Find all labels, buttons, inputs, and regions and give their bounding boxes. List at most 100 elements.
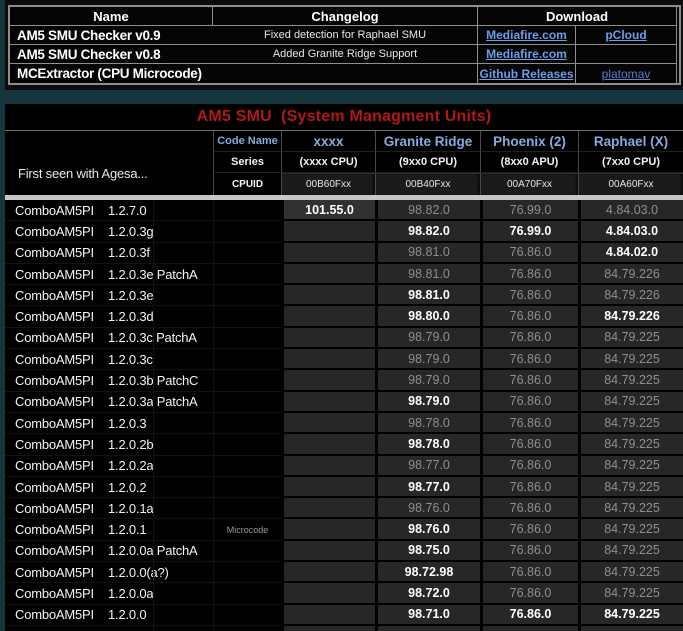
agesa-name-cell: ComboAM5PI 1.2.0.3 xyxy=(5,413,213,434)
agesa-name-cell: ComboAM5PI 1.2.0.3c xyxy=(5,349,213,370)
download-cell: Github Releases xyxy=(478,64,576,83)
agesa-name-cell: ComboAM5PI 1.2.0.3c PatchA xyxy=(5,328,213,349)
agesa-version: 1.2.0.1 xyxy=(108,522,146,537)
note-cell xyxy=(213,370,281,391)
download-link-mediafire[interactable]: Mediafire.com xyxy=(486,47,567,61)
agesa-prefix: ComboAM5PI xyxy=(15,309,108,324)
agesa-prefix: ComboAM5PI xyxy=(15,607,108,622)
smu-value-granite-ridge: 98.79.0 xyxy=(375,392,480,413)
note-cell xyxy=(213,605,281,626)
agesa-name-cell: ComboAM5PI 1.2.0.2a xyxy=(5,456,213,477)
smu-value-xxxx: 101.55.0 xyxy=(281,200,375,221)
note-cell xyxy=(213,264,281,285)
smu-value-phoenix: 76.86.0 xyxy=(480,519,578,540)
first-seen-label: First seen with Agesa... xyxy=(5,131,213,195)
download-link-mediafire[interactable]: Mediafire.com xyxy=(486,28,567,42)
tool-name: MCExtractor (CPU Microcode) xyxy=(10,64,213,83)
note-cell xyxy=(213,349,281,370)
column-cpuid: 00B40Fxx xyxy=(375,173,480,195)
smu-value-granite-ridge: 98.71.0 xyxy=(375,605,480,626)
smu-value-phoenix: 76.86.0 xyxy=(480,413,578,434)
smu-value-phoenix: 76.86.0 xyxy=(480,285,578,306)
table-row: ComboAM5PI 1.2.0.3c 98.79.0 76.86.0 84.7… xyxy=(5,349,683,370)
smu-value-raphael: 84.79.225 xyxy=(578,541,683,562)
agesa-version: 1.2.0.2 xyxy=(108,480,146,495)
agesa-prefix: ComboAM5PI xyxy=(15,373,108,388)
tools-header-download: Download xyxy=(478,7,677,26)
smu-value-xxxx xyxy=(281,541,375,562)
smu-value-xxxx xyxy=(281,519,375,540)
agesa-prefix: ComboAM5PI xyxy=(15,352,108,367)
note-cell xyxy=(213,498,281,519)
tool-changelog xyxy=(213,64,478,83)
agesa-name-cell: ComboAM5PI 1.2.0.3f xyxy=(5,243,213,264)
tool-name: AM5 SMU Checker v0.9 xyxy=(10,26,213,45)
agesa-name-cell: ComboAM5PI 1.2.0.3e xyxy=(5,285,213,306)
smu-rows: ComboAM5PI 1.2.7.0 101.55.0 98.82.0 76.9… xyxy=(5,200,683,631)
smu-value-raphael: 84.79.225 xyxy=(578,456,683,477)
table-row: ComboAM5PI 1.2.0.3f 98.81.0 76.86.0 4.84… xyxy=(5,243,683,264)
download-link-pcloud[interactable]: pCloud xyxy=(605,28,646,42)
smu-value-xxxx xyxy=(281,328,375,349)
smu-table-title: AM5 SMU (System Managment Units) xyxy=(5,104,683,131)
tools-table: Name Changelog Download AM5 SMU Checker … xyxy=(8,5,681,85)
download-cell: Mediafire.com xyxy=(478,45,576,64)
note-cell xyxy=(213,456,281,477)
smu-value-granite-ridge: 98.72.98 xyxy=(375,562,480,583)
table-row: ComboAM5PI 1.2.0.3 98.78.0 76.86.0 84.79… xyxy=(5,413,683,434)
smu-value-granite-ridge: 98.76.0 xyxy=(375,519,480,540)
note-cell xyxy=(213,200,281,221)
smu-value-phoenix: 76.86.0 xyxy=(480,306,578,327)
table-row: ComboAM5PI 1.2.0.1a 98.76.0 76.86.0 84.7… xyxy=(5,498,683,519)
tools-header-name: Name xyxy=(10,7,213,26)
smu-value-granite-ridge: 98.75.0 xyxy=(375,541,480,562)
agesa-version: 1.2.0.3d xyxy=(108,309,153,324)
code-name-label: Code Name xyxy=(213,131,281,152)
table-row: ComboAM5PI 1.2.0.3d 98.80.0 76.86.0 84.7… xyxy=(5,306,683,327)
agesa-version: 1.2.0.3c PatchA xyxy=(108,330,197,345)
tool-changelog: Added Granite Ridge Support xyxy=(213,45,478,64)
note-cell xyxy=(213,626,281,631)
agesa-prefix: ComboAM5PI xyxy=(15,565,108,580)
smu-value-phoenix: 76.86.0 xyxy=(480,605,578,626)
smu-value-granite-ridge: 98.81.0 xyxy=(375,285,480,306)
note-cell xyxy=(213,306,281,327)
download-link-platomav[interactable]: platomav xyxy=(602,67,651,81)
smu-value-granite-ridge: 98.77.0 xyxy=(375,456,480,477)
agesa-prefix: ComboAM5PI xyxy=(15,458,108,473)
smu-value-xxxx xyxy=(281,456,375,477)
cpuid-label: CPUID xyxy=(213,173,281,195)
agesa-name-cell: ComboAM5PI 1.2.0.0 xyxy=(5,605,213,626)
smu-table: AM5 SMU (System Managment Units) First s… xyxy=(5,104,683,631)
smu-value-xxxx xyxy=(281,285,375,306)
column-series: (9xx0 CPU) xyxy=(375,152,480,173)
smu-value-granite-ridge: 98.78.0 xyxy=(375,413,480,434)
smu-value-granite-ridge: 98.77.0 xyxy=(375,477,480,498)
smu-value-phoenix: 76.86.0 xyxy=(480,583,578,604)
smu-value-raphael: 84.79.225 xyxy=(578,498,683,519)
tools-header-changelog: Changelog xyxy=(213,7,478,26)
smu-value-raphael: 84.79.226 xyxy=(578,306,683,327)
column-series: (7xx0 CPU) xyxy=(578,152,683,173)
table-row: ComboAM5PI 1.2.0.3e 98.81.0 76.86.0 84.7… xyxy=(5,285,683,306)
agesa-name-cell: ComboAM5PI 1.2.0.1a xyxy=(5,498,213,519)
table-row: ComboAM5PI 1.2.0.0a 98.72.0 76.86.0 84.7… xyxy=(5,583,683,604)
agesa-name-cell: ComboAM5PI 1.2.0.3d xyxy=(5,306,213,327)
agesa-version: 1.2.0.0 xyxy=(108,607,146,622)
smu-value-phoenix: 76.86.0 xyxy=(480,370,578,391)
smu-value-granite-ridge: 98.79.0 xyxy=(375,349,480,370)
table-row: ComboAM5PI 1.2.0.2 98.77.0 76.86.0 84.79… xyxy=(5,477,683,498)
smu-value-granite-ridge: 98.80.0 xyxy=(375,306,480,327)
table-row: ComboAM5PI 1.2.0.2b 98.78.0 76.86.0 84.7… xyxy=(5,434,683,455)
smu-value-raphael: 84.79.225 xyxy=(578,413,683,434)
note-cell xyxy=(213,583,281,604)
column-code-name: xxxx xyxy=(281,131,375,152)
note-cell xyxy=(213,541,281,562)
download-link-github[interactable]: Github Releases xyxy=(479,67,573,81)
agesa-version: 1.2.0.1a xyxy=(108,501,153,516)
agesa-prefix: ComboAM5PI xyxy=(15,203,108,218)
agesa-prefix: ComboAM5PI xyxy=(15,437,108,452)
table-row: ComboAM5PI 1.2.0.1 Microcode 98.76.0 76.… xyxy=(5,519,683,540)
agesa-version: 1.2.0.3e PatchA xyxy=(108,267,198,282)
table-row: ComboAM5PI 1.2.0.0 98.71.0 76.86.0 84.79… xyxy=(5,605,683,626)
